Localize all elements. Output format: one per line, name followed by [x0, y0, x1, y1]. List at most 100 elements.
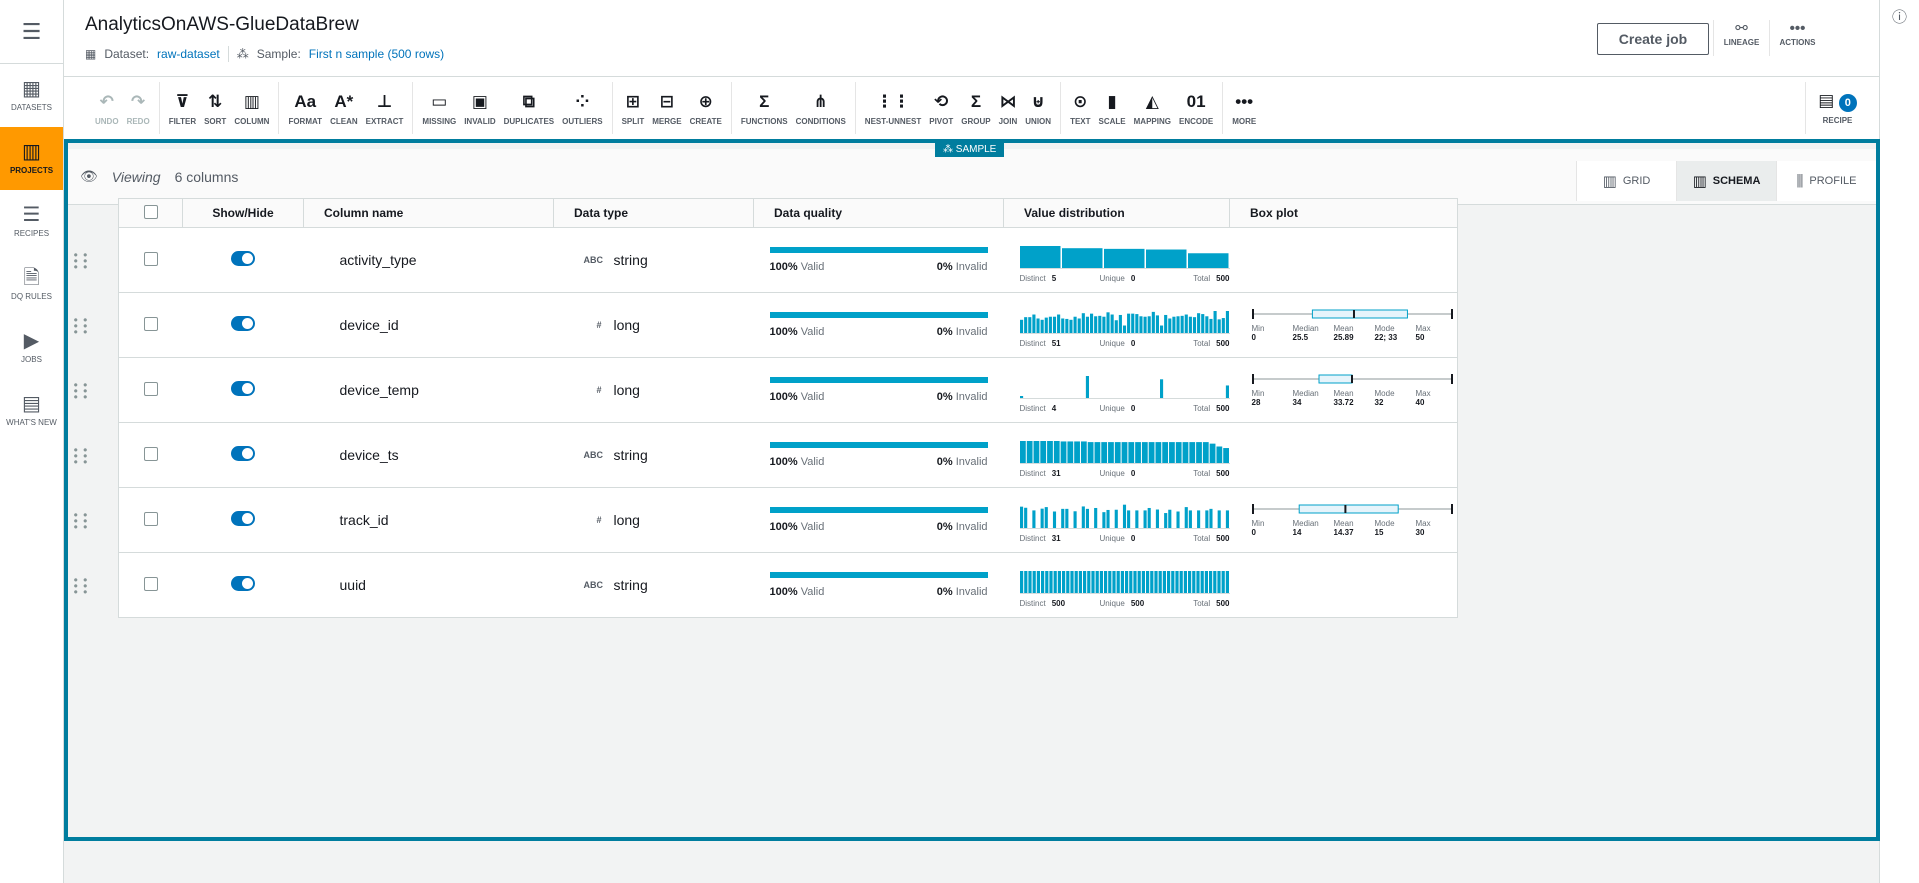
histogram-bar	[1048, 316, 1052, 333]
drag-handle-icon[interactable]: • • • • • •	[73, 249, 89, 273]
scale-button[interactable]: ▮ SCALE	[1096, 91, 1129, 126]
histogram-bar	[1174, 570, 1179, 593]
histogram-bar	[1080, 440, 1087, 463]
histogram-bar	[1081, 505, 1085, 528]
row-checkbox[interactable]	[143, 316, 158, 331]
undo-button[interactable]: ↶ UNDO	[92, 91, 122, 126]
histogram-bar	[1060, 317, 1064, 333]
sidebar-item-projects[interactable]: ▥ PROJECTS	[0, 127, 63, 190]
mean-label: Mean	[1333, 324, 1354, 333]
table-row: • • • • • • device_id # long 100% Valid 0% I…	[74, 292, 1457, 358]
toolbar-label: MORE	[1232, 116, 1257, 126]
value-distribution-chart	[1019, 368, 1230, 400]
row-checkbox[interactable]	[143, 251, 158, 266]
duplicates-button[interactable]: ⧉ DUPLICATES	[501, 91, 558, 126]
functions-button[interactable]: Σ FUNCTIONS	[738, 91, 791, 126]
missing-button[interactable]: ▭ MISSING	[419, 91, 459, 126]
dataset-link[interactable]: raw-dataset	[157, 47, 220, 61]
mapping-button[interactable]: ◭ MAPPING	[1131, 91, 1174, 126]
nest-unnest-button[interactable]: ⋮⋮ NEST-UNNEST	[862, 91, 924, 126]
format-button[interactable]: Aa FORMAT	[285, 91, 325, 126]
column-name: device_id	[303, 292, 554, 358]
grid-icon: ▥	[22, 141, 41, 163]
sidebar-item-dq-rules[interactable]: 🗎 DQ RULES	[0, 253, 63, 316]
sample-link[interactable]: First n sample (500 rows)	[309, 47, 444, 61]
create-button[interactable]: ⊕ CREATE	[687, 91, 725, 126]
recipe-button[interactable]: ▤ 0 RECIPE	[1805, 82, 1869, 134]
sidebar-item-jobs[interactable]: ▶ JOBS	[0, 316, 63, 379]
filter-button[interactable]: ⊽ FILTER	[166, 91, 199, 126]
text-button[interactable]: ⊙ TEXT	[1067, 91, 1093, 126]
column-button[interactable]: ▥ COLUMN	[231, 91, 272, 126]
pivot-button[interactable]: ⟲ PIVOT	[926, 91, 956, 126]
more-button[interactable]: ••• MORE	[1229, 91, 1259, 126]
sidebar-item-recipes[interactable]: ☰ RECIPES	[0, 190, 63, 253]
valid-percent: 100%	[769, 261, 798, 273]
distinct-value: 5	[1051, 273, 1057, 283]
outliers-button[interactable]: ⁘ OUTLIERS	[559, 91, 605, 126]
mean-value: 33.72	[1333, 398, 1354, 407]
drag-handle-icon[interactable]: • • • • • •	[73, 509, 89, 533]
show-hide-toggle[interactable]	[231, 576, 255, 591]
join-button[interactable]: ⋈ JOIN	[996, 91, 1021, 126]
row-checkbox[interactable]	[143, 446, 158, 461]
show-hide-toggle[interactable]	[231, 511, 255, 526]
histogram-bar	[1124, 570, 1128, 593]
lineage-button[interactable]: ⚯ LINEAGE	[1713, 20, 1769, 56]
sort-button[interactable]: ⇅ SORT	[201, 91, 229, 126]
valid-label: Valid	[800, 521, 825, 533]
info-icon[interactable]: ⓘ	[1892, 9, 1907, 26]
redo-button[interactable]: ↷ REDO	[124, 91, 153, 126]
union-button[interactable]: ⊎ UNION	[1022, 91, 1054, 126]
show-hide-toggle[interactable]	[231, 251, 255, 266]
histogram-bar	[1103, 248, 1144, 268]
row-checkbox[interactable]	[143, 381, 158, 396]
split-button[interactable]: ⊞ SPLIT	[619, 91, 648, 126]
show-hide-toggle[interactable]	[231, 381, 255, 396]
histogram-bar	[1217, 509, 1221, 528]
sidebar-item-datasets[interactable]: ▦ DATASETS	[0, 64, 63, 127]
drag-handle-icon[interactable]: • • • • • •	[73, 574, 89, 598]
histogram-bar	[1057, 570, 1061, 593]
table-row: • • • • • • activity_type ABC string 100% V…	[74, 227, 1457, 293]
valid-label: Valid	[800, 326, 825, 338]
box-plot	[1251, 374, 1453, 384]
drag-handle-icon[interactable]: • • • • • •	[73, 444, 89, 468]
extract-icon: ⊥	[376, 91, 393, 111]
sidebar-item-label: DQ RULES	[11, 292, 52, 301]
actions-button[interactable]: ••• ACTIONS	[1769, 20, 1825, 56]
histogram-bar	[1097, 315, 1101, 333]
show-hide-toggle[interactable]	[231, 316, 255, 331]
tab-grid[interactable]: ▥ GRID	[1576, 161, 1676, 201]
total-value: 500	[1216, 338, 1230, 348]
histogram-bar	[1188, 441, 1195, 463]
sidebar-item-what-s-new[interactable]: ▤ WHAT'S NEW	[0, 379, 63, 442]
toolbar-label: FORMAT	[288, 116, 323, 126]
row-checkbox[interactable]	[143, 511, 158, 526]
histogram-bar	[1188, 509, 1192, 528]
show-hide-toggle[interactable]	[231, 446, 255, 461]
tab-profile[interactable]: ⫼ PROFILE	[1776, 161, 1876, 201]
data-type: long	[613, 317, 640, 333]
clean-button[interactable]: A* CLEAN	[327, 91, 361, 126]
distinct-value: 500	[1051, 598, 1066, 608]
histogram-bar	[1026, 440, 1033, 463]
drag-handle-icon[interactable]: • • • • • •	[73, 314, 89, 338]
mapping-icon: ◭	[1145, 91, 1159, 111]
row-checkbox[interactable]	[143, 576, 158, 591]
merge-button[interactable]: ⊟ MERGE	[649, 91, 684, 126]
hamburger-icon[interactable]: ☰	[0, 0, 63, 64]
drag-handle-icon[interactable]: • • • • • •	[73, 379, 89, 403]
tab-schema[interactable]: ▥ SCHEMA	[1676, 161, 1776, 201]
invalid-button[interactable]: ▣ INVALID	[461, 91, 498, 126]
extract-button[interactable]: ⊥ EXTRACT	[363, 91, 407, 126]
data-quality-bar	[769, 312, 988, 318]
help-panel: ⓘ	[1879, 0, 1919, 883]
encode-button[interactable]: 01 ENCODE	[1176, 91, 1216, 126]
conditions-button[interactable]: ⋔ CONDITIONS	[793, 91, 849, 126]
group-button[interactable]: Σ GROUP	[958, 91, 993, 126]
histogram-bar	[1175, 441, 1182, 463]
select-all-checkbox[interactable]	[143, 204, 158, 219]
create-job-button[interactable]: Create job	[1597, 23, 1709, 55]
mode-value: 22; 33	[1374, 333, 1398, 342]
